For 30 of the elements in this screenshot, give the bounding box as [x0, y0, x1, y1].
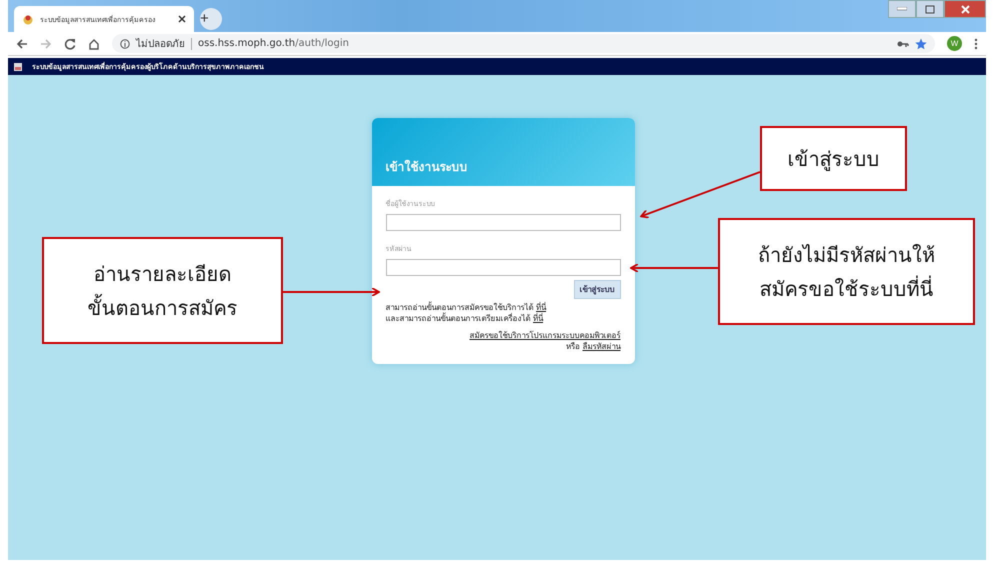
- callout-text: ถ้ายังไม่มีรหัสผ่านให้ สมัครขอใช้ระบบที่นี่: [758, 242, 935, 302]
- back-arrow-icon[interactable]: [16, 38, 28, 50]
- login-button[interactable]: เข้าสู่ระบบ: [574, 280, 620, 299]
- or-text: หรือ: [566, 342, 580, 351]
- maximize-icon[interactable]: [916, 0, 944, 18]
- reload-icon[interactable]: [64, 38, 76, 50]
- site-logo-icon: [22, 13, 34, 25]
- callout-text: อ่านรายละเอียด ขั้นตอนการสมัคร: [88, 260, 238, 322]
- new-tab-button[interactable]: +: [200, 8, 222, 30]
- info-icon: [120, 38, 130, 48]
- register-link[interactable]: สมัครขอใช้บริการโปรแกรมระบบคอมพิวเตอร์: [470, 331, 620, 340]
- here-link[interactable]: ที่นี่: [533, 314, 544, 323]
- page-icon: [14, 62, 22, 70]
- address-bar[interactable]: ไม่ปลอดภัย oss.hss.moph.go.th/auth/login: [112, 34, 935, 53]
- profile-avatar[interactable]: W: [947, 36, 962, 51]
- callout-text: เข้าสู่ระบบ: [788, 146, 880, 173]
- here-link[interactable]: ที่นี่: [536, 303, 546, 312]
- menu-icon[interactable]: [974, 38, 978, 50]
- forgot-password-link[interactable]: ลืมรหัสผ่าน: [582, 342, 620, 351]
- key-icon[interactable]: [897, 40, 909, 48]
- help-text: และสามารถอ่านขั้นตอนการเตรียมเครื่องได้ ที่นี่: [386, 313, 544, 324]
- help-text: สามารถอ่านขั้นตอนการสมัครขอใช้บริการได้ ที่นี่: [386, 302, 548, 312]
- home-icon[interactable]: [88, 38, 100, 50]
- username-field[interactable]: [386, 214, 620, 231]
- login-title: เข้าใช้งานระบบ: [386, 158, 468, 176]
- close-icon[interactable]: [178, 15, 186, 23]
- url-text: oss.hss.moph.go.th/auth/login: [198, 38, 349, 49]
- star-icon[interactable]: [915, 38, 927, 50]
- password-field[interactable]: [386, 259, 620, 276]
- security-label: ไม่ปลอดภัย: [136, 37, 185, 51]
